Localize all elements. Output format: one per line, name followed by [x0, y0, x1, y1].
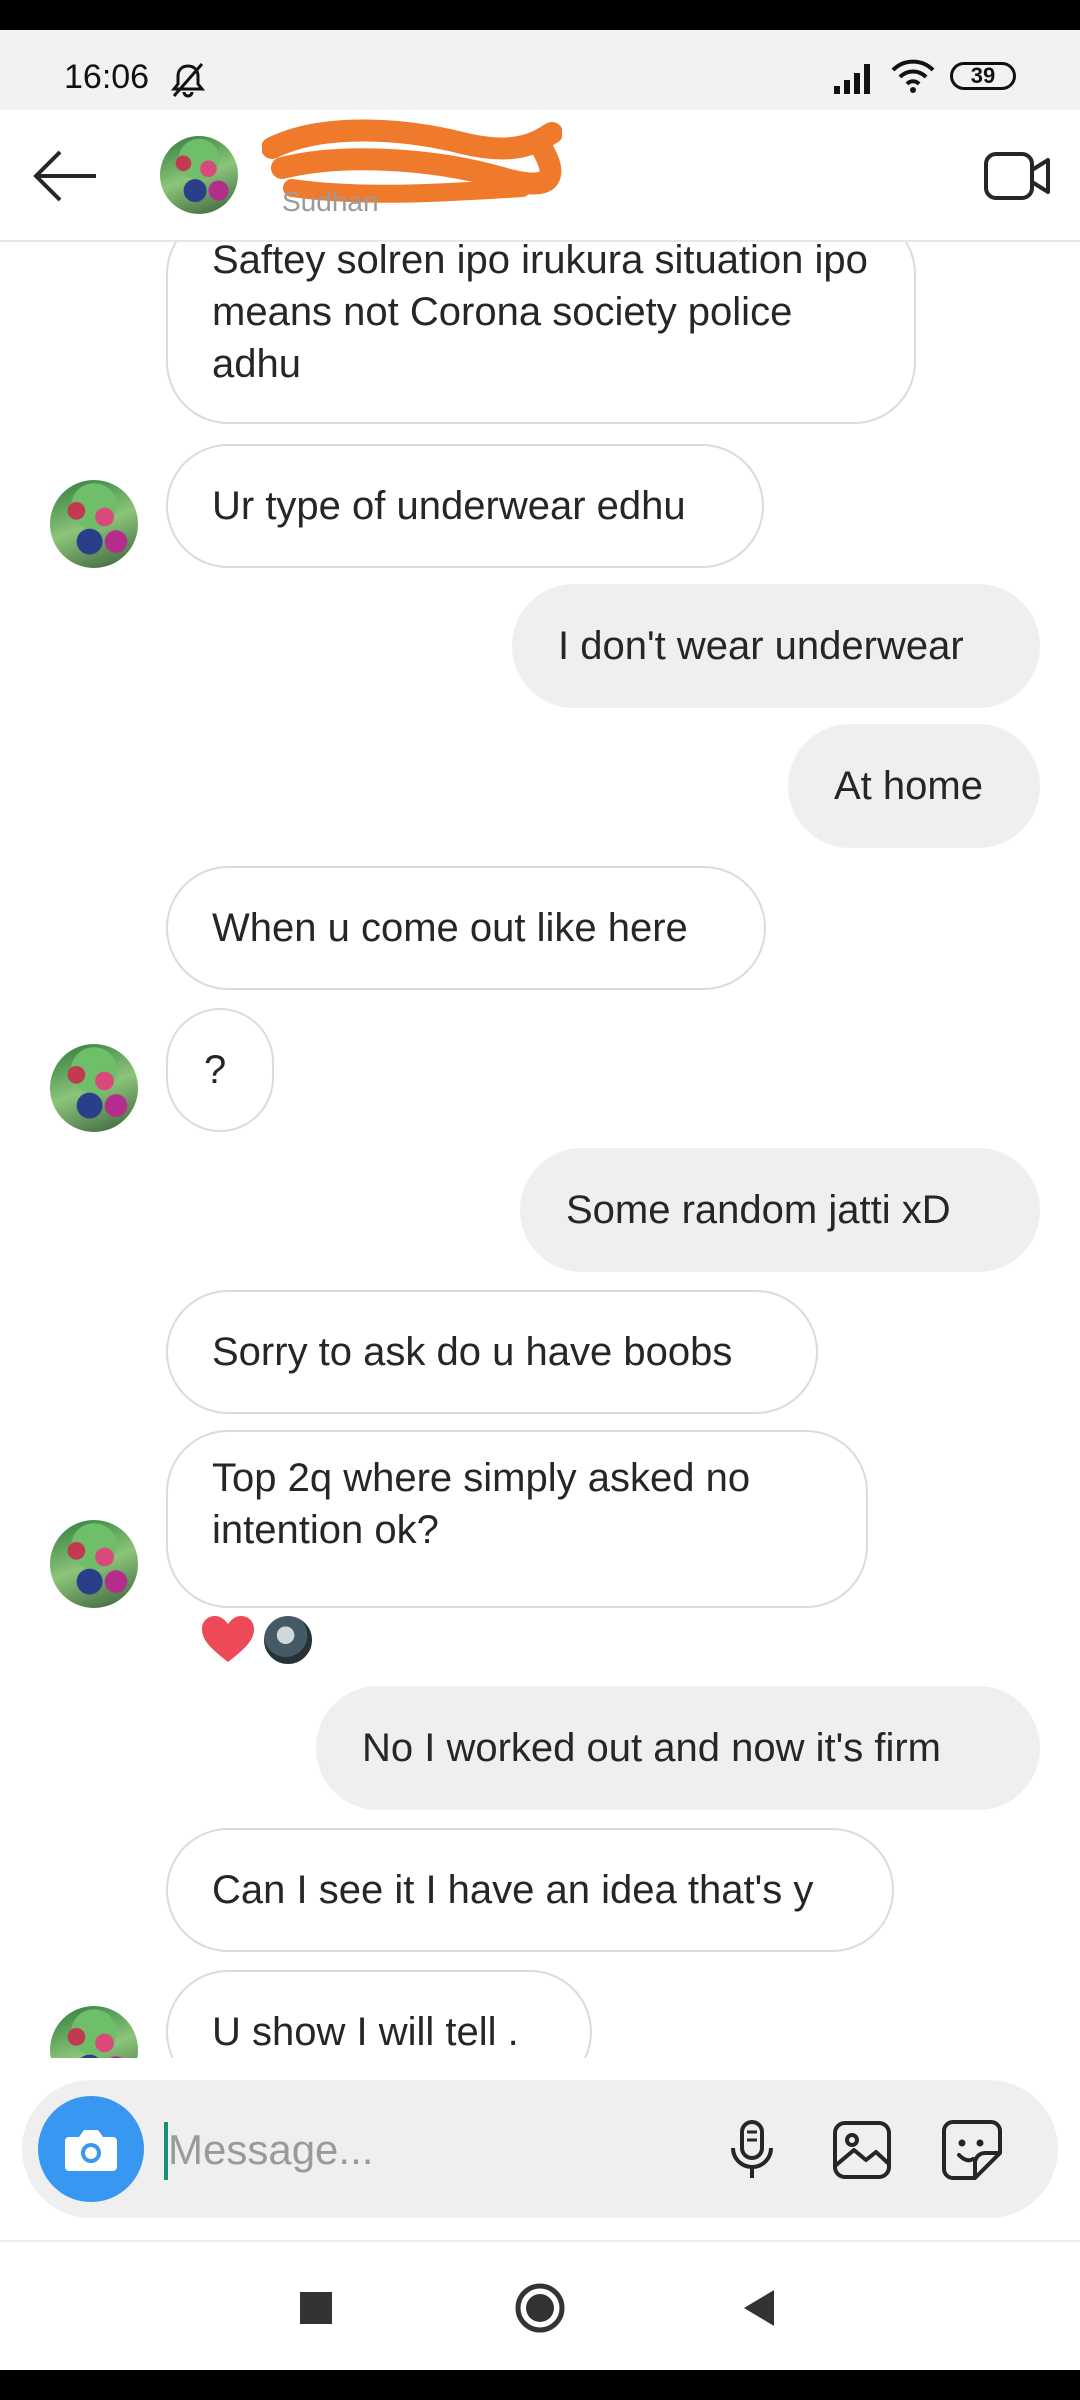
message-bubble-incoming[interactable]: Sorry to ask do u have boobs [166, 1290, 818, 1414]
status-time: 16:06 [64, 58, 150, 96]
microphone-icon[interactable] [712, 2110, 792, 2190]
home-circle-icon[interactable] [510, 2278, 570, 2338]
camera-glyph [65, 2130, 117, 2171]
contact-avatar[interactable] [160, 136, 238, 214]
message-text: At home [834, 764, 983, 808]
message-text: When u come out like here [212, 906, 688, 950]
message-input[interactable] [168, 2110, 728, 2190]
message-bubble-incoming[interactable]: ? [166, 1008, 274, 1132]
message-text: U show I will tell . [212, 2010, 519, 2054]
bottom-black-band [0, 2370, 1080, 2400]
message-bubble-incoming[interactable]: Top 2q where simply asked no intention o… [166, 1430, 868, 1608]
sender-avatar[interactable] [50, 480, 138, 568]
message-text: ? [204, 1048, 227, 1092]
arrow-left-icon[interactable] [24, 136, 104, 216]
message-bubble-incoming[interactable]: U show I will tell . [166, 1970, 592, 2058]
message-text: Saftey solren ipo irukura situation ipo … [212, 242, 868, 386]
message-bubble-outgoing[interactable]: At home [788, 724, 1040, 848]
chat-header: Sudhan [0, 110, 1080, 242]
message-text: Can I see it I have an idea that's y [212, 1868, 814, 1912]
message-text: Ur type of underwear edhu [212, 484, 686, 528]
system-navigation-bar [0, 2240, 1080, 2370]
image-icon[interactable] [822, 2110, 902, 2190]
message-text: I don't wear underwear [558, 624, 964, 668]
message-bubble-incoming[interactable]: Can I see it I have an idea that's y [166, 1828, 894, 1952]
sticker-icon[interactable] [932, 2110, 1012, 2190]
status-bar: 16:06 39 [0, 30, 1080, 110]
reactor-avatar [262, 1614, 314, 1666]
sender-avatar[interactable] [50, 2006, 138, 2058]
message-text: Top 2q where simply asked no intention o… [212, 1456, 751, 1552]
message-composer [0, 2058, 1080, 2240]
message-text: Sorry to ask do u have boobs [212, 1330, 733, 1374]
wifi-icon [891, 59, 935, 93]
message-reactions[interactable] [200, 1608, 330, 1668]
message-bubble-incoming[interactable]: Ur type of underwear edhu [166, 444, 764, 568]
message-bubble-outgoing[interactable]: No I worked out and now it's firm [316, 1686, 1040, 1810]
camera-icon[interactable] [38, 2096, 144, 2202]
battery-level: 39 [970, 63, 996, 88]
heart-icon [202, 1616, 254, 1662]
recents-square-icon[interactable] [286, 2278, 346, 2338]
signal-icon [834, 64, 870, 94]
back-triangle-icon[interactable] [730, 2278, 790, 2338]
message-text: No I worked out and now it's firm [362, 1726, 941, 1770]
message-text: Some random jatti xD [566, 1188, 951, 1232]
sender-avatar[interactable] [50, 1044, 138, 1132]
message-bubble-outgoing[interactable]: I don't wear underwear [512, 584, 1040, 708]
mute-bell-icon [170, 63, 206, 98]
sender-avatar[interactable] [50, 1520, 138, 1608]
message-bubble-incoming[interactable]: When u come out like here [166, 866, 766, 990]
message-thread[interactable]: Saftey solren ipo irukura situation ipo … [0, 242, 1080, 2058]
video-camera-icon[interactable] [982, 146, 1054, 206]
contact-username[interactable]: Sudhan [282, 186, 379, 218]
composer-pill [22, 2080, 1058, 2218]
message-bubble-incoming[interactable]: Saftey solren ipo irukura situation ipo … [166, 242, 916, 424]
top-black-band [0, 0, 1080, 30]
message-bubble-outgoing[interactable]: Some random jatti xD [520, 1148, 1040, 1272]
battery-icon: 39 [950, 62, 1016, 90]
